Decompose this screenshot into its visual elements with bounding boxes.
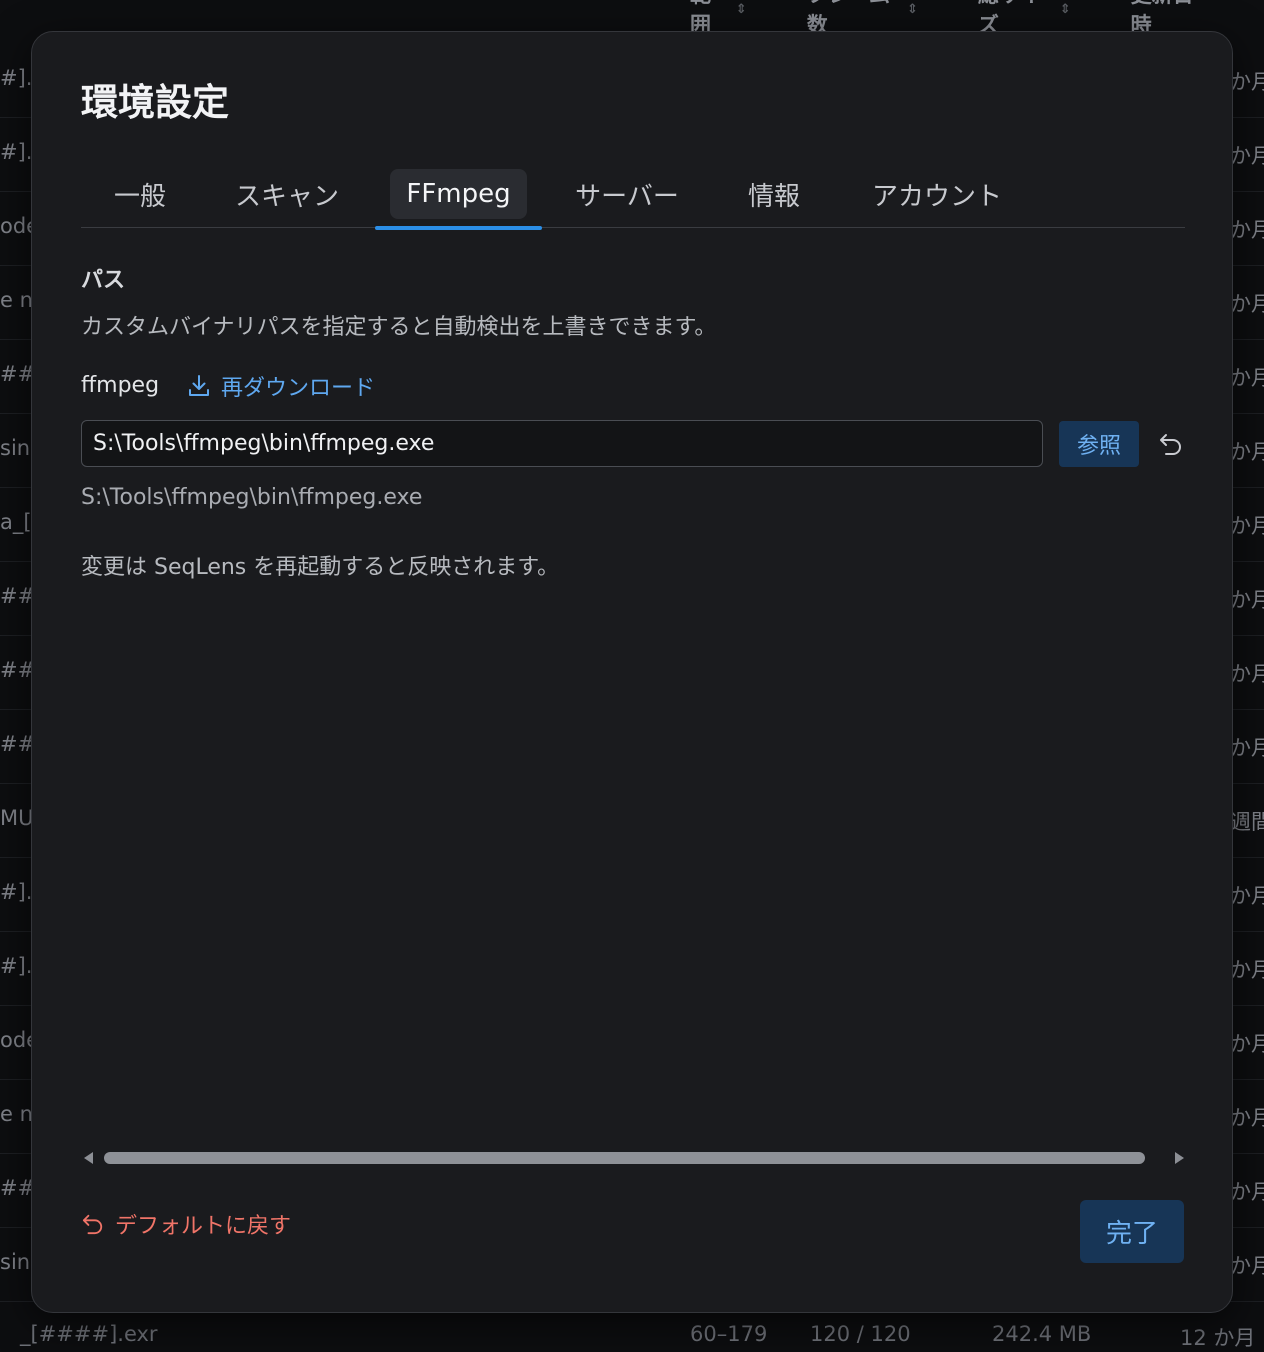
row-name-fragment: ode: [0, 1028, 32, 1052]
undo-icon: [82, 1214, 103, 1235]
row-updated-fragment: か月: [1230, 70, 1264, 94]
sort-icon: ⇕: [906, 1, 918, 17]
column-header-range[interactable]: 範囲⇕: [690, 0, 747, 37]
row-updated-fragment: か月: [1230, 1106, 1264, 1130]
restart-note: 変更は SeqLens を再起動すると反映されます。: [81, 555, 560, 580]
row-size: 242.4 MB: [992, 1322, 1092, 1346]
row-updated-fragment: か月: [1230, 588, 1264, 612]
row-updated-fragment: か月: [1230, 1254, 1264, 1278]
tab-bar: 一般 スキャン FFmpeg サーバー 情報 アカウント: [81, 160, 1185, 230]
row-frames: 120 / 120: [810, 1322, 911, 1346]
horizontal-scrollbar[interactable]: [84, 1149, 1184, 1169]
row-updated: 12 か月: [1180, 1326, 1256, 1350]
row-name-fragment: #].e: [0, 954, 32, 978]
reset-default-button[interactable]: デフォルトに戻す: [81, 1208, 291, 1240]
column-header-updated[interactable]: 更新日時: [1131, 0, 1204, 37]
reset-default-label: デフォルトに戻す: [115, 1214, 292, 1239]
done-button[interactable]: 完了: [1080, 1200, 1184, 1263]
tab-general[interactable]: 一般: [95, 160, 185, 228]
download-icon: [189, 375, 209, 396]
sort-icon: ⇕: [735, 1, 747, 17]
row-name-fragment: sing: [0, 1250, 32, 1274]
ffmpeg-path-input[interactable]: [81, 420, 1043, 467]
row-name-fragment: sing: [0, 436, 32, 460]
row-updated-fragment: か月: [1230, 662, 1264, 686]
redownload-link[interactable]: 再ダウンロード: [187, 370, 375, 402]
ffmpeg-label: ffmpeg: [81, 373, 160, 398]
section-description: カスタムバイナリパスを指定すると自動検出を上書きできます。: [81, 315, 717, 340]
row-updated-fragment: 週間前: [1230, 810, 1264, 834]
resolved-path: S:\Tools\ffmpeg\bin\ffmpeg.exe: [81, 485, 423, 510]
row-name-fragment: MUI: [0, 806, 32, 830]
row-name-fragment: #].e: [0, 140, 32, 164]
preferences-dialog: 環境設定 一般 スキャン FFmpeg サーバー 情報 アカウント パス カスタ…: [31, 31, 1233, 1313]
redownload-label: 再ダウンロード: [221, 376, 376, 401]
scrollbar-thumb[interactable]: [104, 1152, 1145, 1164]
row-name-fragment: ##].: [0, 1176, 32, 1200]
row-name-fragment: #].e: [0, 880, 32, 904]
scroll-right-icon[interactable]: [1175, 1152, 1184, 1164]
tab-info[interactable]: 情報: [729, 160, 819, 228]
table-header: 範囲⇕ フレーム数⇕ 総サイズ⇕ 更新日時: [690, 0, 1264, 37]
column-header-frames[interactable]: フレーム数⇕: [807, 0, 918, 37]
row-name-fragment: ####: [0, 584, 32, 608]
row-name-fragment: #].e: [0, 66, 32, 90]
row-updated-fragment: か月: [1230, 958, 1264, 982]
row-name-fragment: ode: [0, 214, 32, 238]
sort-icon: ⇕: [1059, 1, 1071, 17]
row-updated-fragment: か月: [1230, 736, 1264, 760]
tab-server[interactable]: サーバー: [557, 160, 697, 228]
tab-account[interactable]: アカウント: [853, 160, 1021, 228]
row-name-fragment: e n: [0, 288, 32, 312]
section-title: パス: [81, 268, 126, 293]
tab-scan[interactable]: スキャン: [217, 160, 357, 228]
row-name-fragment: ####: [0, 658, 32, 682]
column-header-size[interactable]: 総サイズ⇕: [978, 0, 1071, 37]
row-name: _[####].exr: [20, 1322, 158, 1346]
row-name-fragment: e n: [0, 1102, 32, 1126]
tab-ffmpeg[interactable]: FFmpeg: [375, 160, 542, 230]
row-updated-fragment: か月: [1230, 218, 1264, 242]
undo-icon: [1160, 434, 1181, 455]
dialog-title: 環境設定: [81, 81, 229, 124]
row-updated-fragment: か月: [1230, 514, 1264, 538]
browse-button[interactable]: 参照: [1059, 421, 1139, 467]
row-updated-fragment: か月: [1230, 1032, 1264, 1056]
scroll-left-icon[interactable]: [84, 1152, 93, 1164]
row-updated-fragment: か月: [1230, 144, 1264, 168]
row-updated-fragment: か月: [1230, 366, 1264, 390]
table-row: _[####].exr 60–179 120 / 120 242.4 MB 12…: [0, 1316, 1264, 1350]
row-updated-fragment: か月: [1230, 1180, 1264, 1204]
row-updated-fragment: か月: [1230, 440, 1264, 464]
row-name-fragment: ##].: [0, 732, 32, 756]
row-updated-fragment: か月: [1230, 292, 1264, 316]
row-name-fragment: a_[: [0, 510, 32, 534]
reset-field-button[interactable]: [1156, 430, 1186, 458]
row-name-fragment: ##].: [0, 362, 32, 386]
row-range: 60–179: [690, 1322, 768, 1346]
row-updated-fragment: か月: [1230, 884, 1264, 908]
